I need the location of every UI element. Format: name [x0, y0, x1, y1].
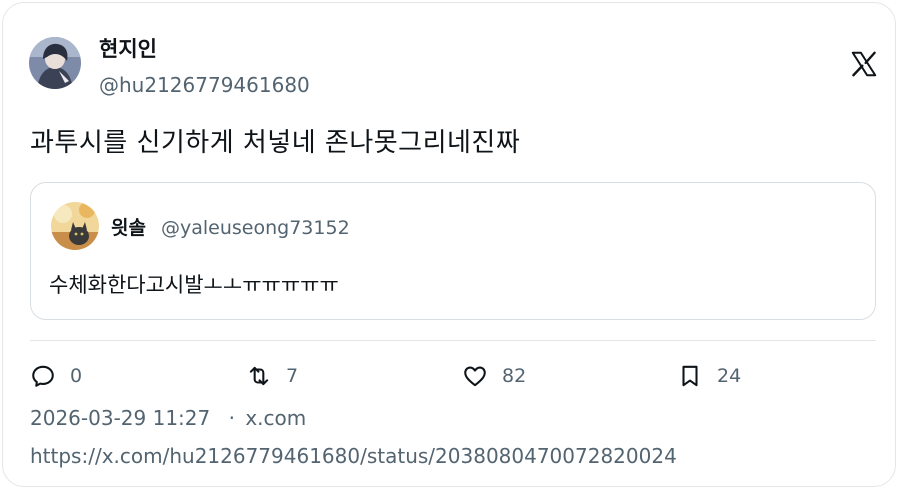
bookmark-icon [682, 365, 698, 387]
bookmark-button[interactable]: 24 [677, 360, 741, 392]
retweet-count: 7 [286, 365, 299, 387]
timestamp: 2026-03-29 11:27 [30, 406, 211, 430]
tweet-meta: 2026-03-29 11:27 · x.com [30, 403, 306, 433]
divider [30, 340, 876, 341]
source-link[interactable]: x.com [245, 406, 306, 430]
reply-icon [32, 365, 54, 387]
quoted-tweet-text: 수체화한다고시발ㅗㅗㅠㅠㅠㅠㅠ [49, 273, 339, 297]
author-handle[interactable]: @hu2126779461680 [99, 71, 310, 99]
retweet-button[interactable]: 7 [246, 360, 298, 392]
author-avatar[interactable] [29, 37, 81, 89]
reply-button[interactable]: 0 [30, 360, 82, 392]
bookmark-count: 24 [717, 365, 742, 387]
quoted-tweet[interactable]: 읫솔 @yaleuseong73152 수체화한다고시발ㅗㅗㅠㅠㅠㅠㅠ [30, 182, 876, 320]
quoted-author-avatar[interactable] [51, 202, 99, 250]
author-display-name[interactable]: 현지인 [99, 35, 157, 63]
like-button[interactable]: 82 [462, 360, 526, 392]
reply-count: 0 [70, 365, 83, 387]
tweet-card: 현지인 @hu2126779461680 과투시를 신기하게 처넣네 존나못그리… [2, 2, 896, 487]
x-logo-icon[interactable] [849, 49, 879, 79]
tweet-text: 과투시를 신기하게 처넣네 존나못그리네진짜 [30, 128, 521, 158]
retweet-icon [249, 366, 269, 386]
meta-separator: · [228, 406, 235, 430]
like-count: 82 [502, 365, 527, 387]
heart-icon [464, 366, 486, 387]
quoted-author-display-name[interactable]: 읫솔 [111, 215, 146, 241]
quoted-author-handle[interactable]: @yaleuseong73152 [161, 215, 350, 241]
tweet-url[interactable]: https://x.com/hu2126779461680/status/203… [30, 441, 677, 471]
